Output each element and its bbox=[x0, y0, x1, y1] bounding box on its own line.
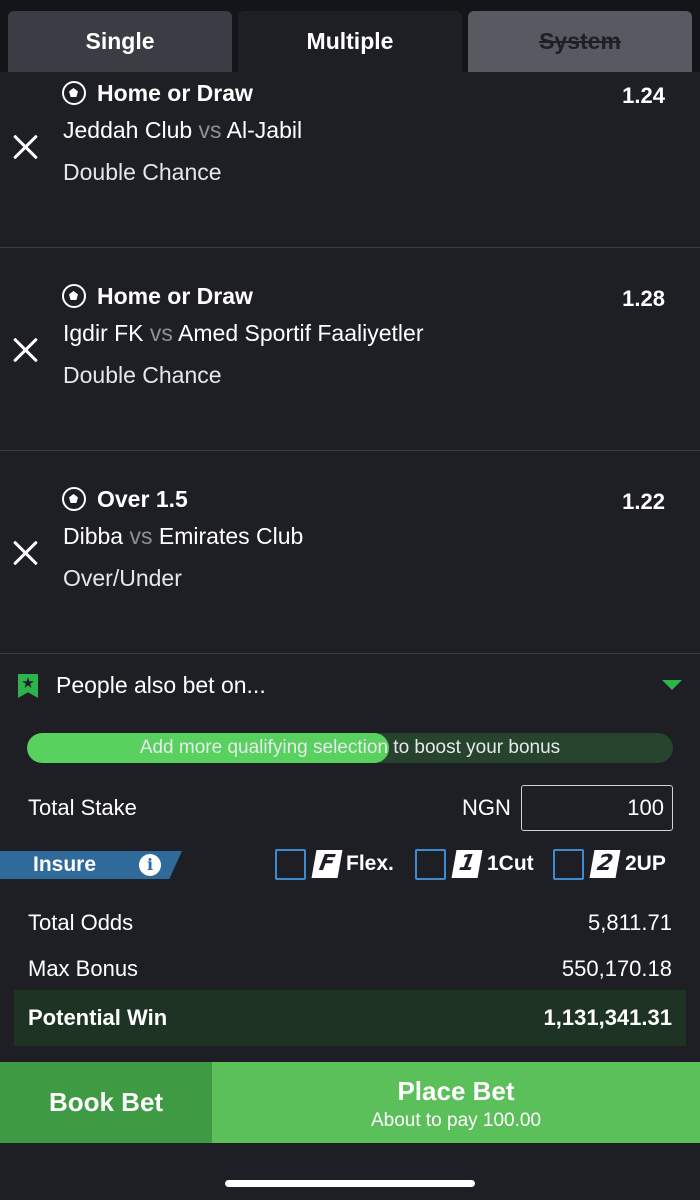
remove-selection-icon[interactable] bbox=[12, 336, 40, 364]
total-stake-label: Total Stake bbox=[28, 795, 137, 820]
chevron-down-icon[interactable] bbox=[662, 680, 682, 690]
football-icon bbox=[62, 284, 86, 308]
selection-odds: 1.24 bbox=[622, 83, 665, 108]
twoup-label: 2UP bbox=[625, 852, 666, 875]
market-name: Double Chance bbox=[63, 159, 222, 185]
info-icon[interactable]: i bbox=[139, 854, 161, 876]
versus-label: vs bbox=[149, 320, 173, 346]
away-team: Emirates Club bbox=[158, 523, 304, 549]
market-name: Double Chance bbox=[63, 362, 222, 388]
selection-pick: Home or Draw bbox=[97, 283, 253, 309]
versus-label: vs bbox=[129, 523, 153, 549]
bet-selection: Over 1.5 1.22 Dibba vs Emirates Club Ove… bbox=[0, 452, 700, 654]
currency-label: NGN bbox=[462, 795, 511, 820]
remove-selection-icon[interactable] bbox=[12, 133, 40, 161]
home-team: Jeddah Club bbox=[63, 117, 193, 143]
book-bet-label: Book Bet bbox=[48, 1087, 164, 1117]
home-team: Dibba bbox=[63, 523, 124, 549]
onecut-checkbox[interactable] bbox=[415, 849, 446, 880]
bonus-progress-text: Add more qualifying selection to boost y… bbox=[139, 737, 561, 758]
total-odds-value: 5,811.71 bbox=[587, 910, 672, 935]
twoup-checkbox[interactable] bbox=[553, 849, 584, 880]
flex-badge-icon: F bbox=[311, 850, 343, 878]
total-odds-label: Total Odds bbox=[28, 910, 134, 935]
place-bet-label: Place Bet bbox=[397, 1076, 515, 1106]
book-bet-button[interactable]: Book Bet bbox=[0, 1062, 212, 1143]
potential-win-label: Potential Win bbox=[28, 1005, 168, 1030]
flex-checkbox[interactable] bbox=[275, 849, 306, 880]
onecut-label: 1Cut bbox=[487, 852, 534, 875]
max-bonus-label: Max Bonus bbox=[28, 956, 139, 981]
home-indicator[interactable] bbox=[225, 1180, 475, 1187]
bet-selection: Home or Draw 1.28 Igdir FK vs Amed Sport… bbox=[0, 249, 700, 451]
selection-odds: 1.28 bbox=[622, 286, 665, 311]
football-icon bbox=[62, 81, 86, 105]
place-bet-button[interactable]: Place Bet About to pay 100.00 bbox=[212, 1062, 700, 1143]
people-also-bet-toggle[interactable]: People also bet on... bbox=[0, 658, 700, 714]
bonus-progress-bar: Add more qualifying selection to boost y… bbox=[27, 733, 673, 763]
versus-label: vs bbox=[198, 117, 222, 143]
remove-selection-icon[interactable] bbox=[12, 539, 40, 567]
selection-pick: Home or Draw bbox=[97, 80, 253, 106]
match-teams: Jeddah Club vs Al-Jabil bbox=[63, 117, 302, 144]
pay-amount-note: About to pay 100.00 bbox=[370, 1110, 542, 1131]
selection-odds: 1.22 bbox=[622, 489, 665, 514]
onecut-badge-icon: 1 bbox=[451, 850, 483, 878]
max-bonus-value: 550,170.18 bbox=[561, 956, 672, 981]
twoup-badge-icon: 2 bbox=[589, 850, 621, 878]
bet-selection: Home or Draw 1.24 Jeddah Club vs Al-Jabi… bbox=[0, 46, 700, 248]
match-teams: Dibba vs Emirates Club bbox=[63, 523, 303, 550]
insure-label: Insure bbox=[33, 853, 97, 876]
flex-label: Flex. bbox=[346, 852, 394, 875]
away-team: Amed Sportif Faaliyetler bbox=[178, 320, 424, 346]
potential-win-row: Potential Win 1,131,341.31 bbox=[14, 990, 686, 1046]
selection-pick: Over 1.5 bbox=[97, 486, 188, 512]
people-also-bet-label: People also bet on... bbox=[56, 672, 266, 698]
home-team: Igdir FK bbox=[63, 320, 144, 346]
stake-input[interactable] bbox=[521, 785, 673, 831]
match-teams: Igdir FK vs Amed Sportif Faaliyetler bbox=[63, 320, 423, 347]
football-icon bbox=[62, 487, 86, 511]
market-name: Over/Under bbox=[63, 565, 182, 591]
insure-banner[interactable]: Insure i bbox=[0, 851, 182, 879]
away-team: Al-Jabil bbox=[226, 117, 303, 143]
potential-win-value: 1,131,341.31 bbox=[543, 1005, 672, 1030]
